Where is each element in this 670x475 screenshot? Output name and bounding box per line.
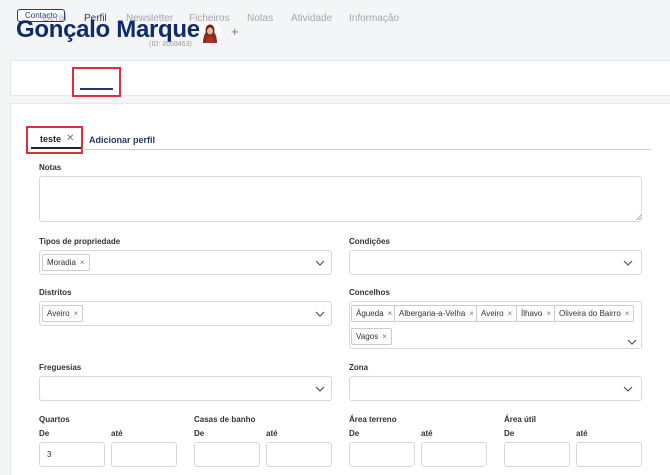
condicoes-label: Condições — [349, 237, 390, 246]
tab-geral[interactable]: Geral — [42, 13, 66, 24]
tab-perfil[interactable]: Perfil — [84, 13, 107, 24]
add-button[interactable]: + — [231, 24, 239, 39]
tab-ficheiros[interactable]: Ficheiros — [189, 13, 230, 24]
util-ate-input[interactable] — [576, 442, 642, 467]
chip-remove-icon[interactable]: × — [546, 309, 551, 318]
chip-remove-icon[interactable]: × — [74, 309, 79, 318]
zona-select[interactable] — [349, 376, 642, 401]
tab-atividade[interactable]: Atividade — [291, 13, 332, 24]
tipos-label: Tipos de propriedade — [39, 237, 121, 246]
util-de-label: De — [504, 429, 515, 438]
profile-card — [10, 103, 670, 475]
chip-remove-icon[interactable]: × — [508, 309, 513, 318]
notas-textarea[interactable] — [39, 176, 642, 222]
tab-informacao[interactable]: Informação — [349, 13, 399, 24]
casas-ate-label: até — [266, 429, 278, 438]
quartos-de-label: De — [39, 429, 50, 438]
concelhos-chip: Aveiro × — [476, 305, 518, 322]
concelhos-chip: Albergaria-a-Velha × — [394, 305, 479, 322]
condicoes-select[interactable] — [349, 250, 642, 275]
terreno-de-label: De — [349, 429, 360, 438]
concelhos-chip: Águeda × — [351, 305, 398, 322]
terreno-ate-input[interactable] — [421, 442, 487, 467]
distritos-chip: Aveiro × — [42, 305, 84, 322]
util-de-input[interactable] — [504, 442, 570, 467]
casas-ate-input[interactable] — [266, 442, 332, 467]
chip-label: Vagos — [356, 332, 379, 341]
concelhos-chip: Oliveira do Bairro × — [554, 305, 635, 322]
add-profile-link[interactable]: Adicionar perfil — [89, 135, 155, 145]
terreno-de-input[interactable] — [349, 442, 415, 467]
chip-label: Aveiro — [481, 309, 504, 318]
distritos-label: Distritos — [39, 288, 72, 297]
tipos-chip: Moradia × — [42, 254, 90, 271]
quartos-ate-label: até — [111, 429, 123, 438]
highlight-box-perfil — [72, 67, 121, 97]
quartos-label: Quartos — [39, 415, 70, 424]
terreno-ate-label: até — [421, 429, 433, 438]
resize-handle-icon[interactable] — [636, 215, 641, 220]
chip-label: Ílhavo — [521, 309, 543, 318]
chip-remove-icon[interactable]: × — [388, 309, 393, 318]
avatar[interactable] — [199, 21, 221, 43]
casas-de-label: De — [194, 429, 205, 438]
profile-tabs-divider — [82, 149, 651, 150]
area-terreno-label: Área terreno — [349, 415, 397, 424]
chip-label: Albergaria-a-Velha — [399, 309, 466, 318]
chip-label: Águeda — [356, 309, 384, 318]
quartos-de-value: 3 — [47, 450, 52, 459]
area-util-label: Área útil — [504, 415, 537, 424]
casas-banho-label: Casas de banho — [194, 415, 256, 424]
chip-remove-icon[interactable]: × — [382, 332, 387, 341]
freguesias-select[interactable] — [39, 376, 332, 401]
chip-label: Oliveira do Bairro — [559, 309, 621, 318]
contact-id: (ID: 2659463) — [149, 41, 192, 48]
notas-label: Notas — [39, 163, 62, 172]
concelhos-chip: Vagos × — [351, 328, 392, 345]
chevron-down-icon[interactable] — [626, 338, 638, 346]
casas-de-input[interactable] — [194, 442, 260, 467]
concelhos-label: Concelhos — [349, 288, 390, 297]
chip-label: Moradia — [47, 258, 76, 267]
tab-notas[interactable]: Notas — [247, 13, 273, 24]
quartos-ate-input[interactable] — [111, 442, 177, 467]
tab-newsletter[interactable]: Newsletter — [126, 13, 173, 24]
chip-label: Aveiro — [47, 309, 70, 318]
chevron-down-icon[interactable] — [314, 310, 326, 318]
util-ate-label: até — [576, 429, 588, 438]
chip-remove-icon[interactable]: × — [80, 258, 85, 267]
zona-label: Zona — [349, 363, 369, 372]
highlight-box-teste — [26, 126, 83, 154]
chevron-down-icon[interactable] — [314, 385, 326, 393]
chevron-down-icon[interactable] — [314, 259, 326, 267]
chip-remove-icon[interactable]: × — [469, 309, 474, 318]
chevron-down-icon[interactable] — [622, 259, 634, 267]
concelhos-chip: Ílhavo × — [516, 305, 557, 322]
chevron-down-icon[interactable] — [622, 385, 634, 393]
freguesias-label: Freguesias — [39, 363, 82, 372]
chip-remove-icon[interactable]: × — [625, 309, 630, 318]
